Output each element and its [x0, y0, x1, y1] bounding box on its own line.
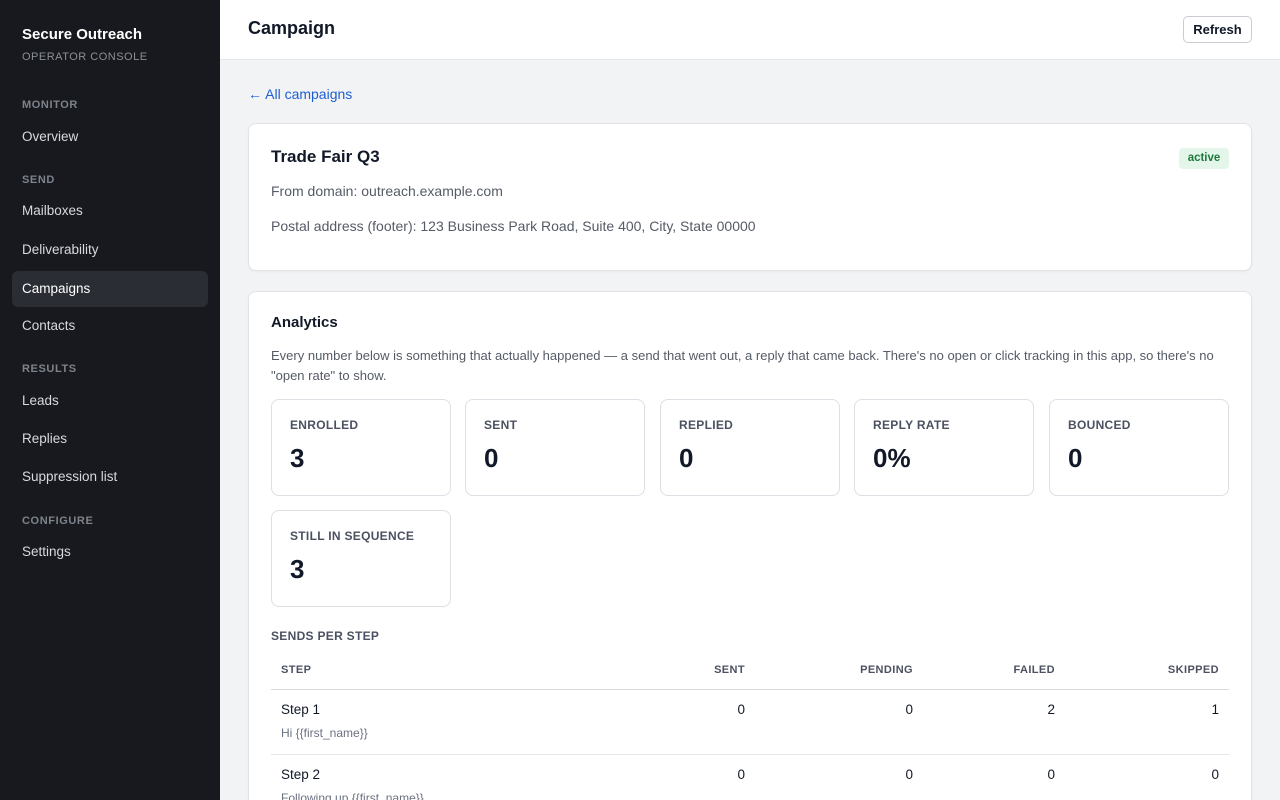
stat-bounced: BOUNCED 0: [1049, 399, 1229, 496]
stat-label: STILL IN SEQUENCE: [290, 529, 415, 543]
status-badge: active: [1179, 148, 1229, 169]
table-row: Step 1 Hi {{first_name}} 0 0 2 1: [271, 690, 1229, 755]
sidebar-item-replies[interactable]: Replies: [12, 421, 208, 457]
refresh-button[interactable]: Refresh: [1183, 16, 1252, 43]
nav-section-configure: CONFIGURE: [22, 515, 94, 527]
stat-value: 0: [679, 443, 694, 473]
stat-replied: REPLIED 0: [660, 399, 840, 496]
nav-section-results: RESULTS: [22, 363, 77, 375]
step-subject: Following up {{first_name}}: [281, 791, 424, 800]
stat-value: 0: [484, 443, 499, 473]
stat-value: 0: [1068, 443, 1083, 473]
column-header-sent: SENT: [714, 664, 745, 676]
stat-enrolled: ENROLLED 3: [271, 399, 451, 496]
cell-failed: 2: [1047, 702, 1055, 717]
column-header-step: STEP: [281, 664, 312, 676]
sidebar-item-mailboxes[interactable]: Mailboxes: [12, 193, 208, 229]
cell-failed: 0: [1047, 767, 1055, 782]
top-header: Campaign Refresh: [220, 0, 1280, 60]
column-header-pending: PENDING: [860, 664, 913, 676]
stat-label: ENROLLED: [290, 418, 359, 432]
column-header-skipped: SKIPPED: [1167, 664, 1219, 676]
from-domain: From domain: outreach.example.com: [271, 183, 503, 199]
cell-pending: 0: [905, 702, 913, 717]
step-name: Step 1: [281, 702, 321, 717]
step-subject: Hi {{first_name}}: [281, 726, 368, 740]
stat-value: 0%: [873, 443, 911, 473]
back-to-campaigns-link[interactable]: ← All campaigns: [248, 86, 352, 102]
campaign-info-card: Trade Fair Q3 active From domain: outrea…: [248, 123, 1252, 271]
cell-sent: 0: [737, 767, 745, 782]
nav-section-monitor: MONITOR: [22, 99, 78, 111]
campaign-name: Trade Fair Q3: [271, 147, 380, 166]
brand-subtitle: OPERATOR CONSOLE: [22, 51, 148, 63]
sidebar-item-suppression-list[interactable]: Suppression list: [12, 459, 208, 495]
sidebar-item-leads[interactable]: Leads: [12, 383, 208, 419]
cell-pending: 0: [905, 767, 913, 782]
page-title: Campaign: [248, 18, 336, 38]
analytics-card: Analytics Every number below is somethin…: [248, 291, 1252, 800]
postal-address: Postal address (footer): 123 Business Pa…: [271, 218, 756, 234]
stat-reply-rate: REPLY RATE 0%: [854, 399, 1034, 496]
stat-still-in-sequence: STILL IN SEQUENCE 3: [271, 510, 451, 607]
sidebar-item-settings[interactable]: Settings: [12, 534, 208, 570]
table-header: STEP SENT PENDING FAILED SKIPPED: [271, 650, 1229, 690]
stat-label: REPLIED: [679, 418, 734, 432]
sidebar-item-deliverability[interactable]: Deliverability: [12, 232, 208, 268]
column-header-failed: FAILED: [1013, 664, 1055, 676]
nav-section-send: SEND: [22, 174, 55, 186]
cell-skipped: 1: [1211, 702, 1219, 717]
stat-label: BOUNCED: [1068, 418, 1131, 432]
cell-skipped: 0: [1211, 767, 1219, 782]
brand-name: Secure Outreach: [22, 26, 143, 43]
sidebar-item-contacts[interactable]: Contacts: [12, 308, 208, 344]
sidebar-item-overview[interactable]: Overview: [12, 119, 208, 155]
stat-label: SENT: [484, 418, 518, 432]
analytics-title: Analytics: [271, 314, 338, 331]
analytics-description: Every number below is something that act…: [271, 348, 1214, 383]
sidebar: Secure Outreach OPERATOR CONSOLE MONITOR…: [0, 0, 220, 800]
stat-value: 3: [290, 554, 305, 584]
stat-value: 3: [290, 443, 305, 473]
table-row: Step 2 Following up {{first_name}} 0 0 0…: [271, 755, 1229, 800]
step-name: Step 2: [281, 767, 321, 782]
sends-per-step-title: SENDS PER STEP: [271, 629, 380, 643]
cell-sent: 0: [737, 702, 745, 717]
sidebar-item-campaigns[interactable]: Campaigns: [12, 271, 208, 307]
stat-label: REPLY RATE: [873, 418, 950, 432]
stat-sent: SENT 0: [465, 399, 645, 496]
